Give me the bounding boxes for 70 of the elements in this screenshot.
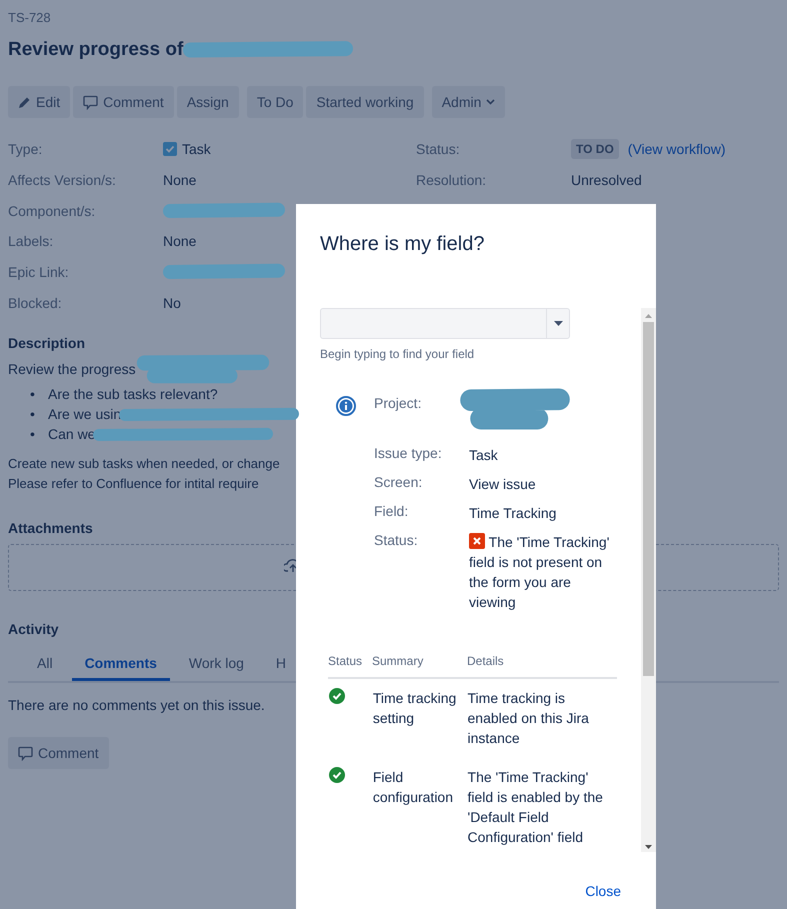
bullet-mark: • xyxy=(30,425,36,444)
activity-tab[interactable]: H xyxy=(262,647,300,682)
toolbar-button[interactable]: Comment xyxy=(73,86,174,118)
table-cell-text: Time tracking setting xyxy=(372,689,458,728)
comment-button[interactable]: Comment xyxy=(8,737,109,770)
list-item-text: Are we usin xyxy=(48,406,122,422)
field-label: Blocked: xyxy=(8,294,63,311)
info-icon xyxy=(336,396,356,416)
field-label: Component/s: xyxy=(8,202,96,219)
info-label: Field: xyxy=(374,503,410,521)
activity-tab[interactable]: Work log xyxy=(176,647,257,682)
column-header: Details xyxy=(467,654,504,668)
scrollbar[interactable] xyxy=(641,308,656,852)
field-label: Labels: xyxy=(8,233,54,250)
status-message: The 'Time Tracking' field is not present on the form you are viewing xyxy=(469,532,610,612)
activity-tab[interactable]: Comments xyxy=(72,647,170,682)
empty-comments-message: There are no comments yet on this issue. xyxy=(8,697,265,714)
description-text: Please refer to Confluence for intital require xyxy=(8,475,259,494)
toolbar-button[interactable]: Edit xyxy=(8,86,70,118)
bullet-mark: • xyxy=(30,385,36,404)
table-cell-text: The 'Time Tracking' field is enabled by the 'Default Field Configuration' field xyxy=(468,768,604,847)
error-x-icon xyxy=(469,533,485,549)
info-label: Status: xyxy=(374,532,419,550)
table-cell-text: Field configuration xyxy=(372,768,454,807)
field-label: Resolution: xyxy=(416,172,488,188)
field-value: None xyxy=(163,172,196,188)
field-value: Unresolved xyxy=(571,172,642,188)
view-workflow-link[interactable]: (View workflow) xyxy=(628,141,726,158)
pencil-icon xyxy=(18,96,31,108)
section-heading: Description xyxy=(8,334,86,354)
description-text: Review the progress xyxy=(8,360,136,380)
section-heading: Attachments xyxy=(8,520,93,536)
scroll-up-icon[interactable] xyxy=(645,314,652,318)
info-label: Issue type: xyxy=(374,445,443,463)
info-label: Screen: xyxy=(374,474,424,492)
speech-bubble-icon xyxy=(18,746,33,761)
info-value: View issue xyxy=(469,475,537,494)
field-value: None xyxy=(163,233,196,250)
column-header: Summary xyxy=(372,654,424,668)
section-heading: Activity xyxy=(8,621,59,638)
toolbar-button[interactable]: Started working xyxy=(306,86,424,118)
list-item-text: Are the sub tasks relevant? xyxy=(48,386,218,402)
field-label: Epic Link: xyxy=(8,264,70,280)
info-value: Time Tracking xyxy=(469,504,558,523)
bullet-mark: • xyxy=(30,405,36,424)
table-cell-text: Time tracking is enabled on this Jira instance xyxy=(468,689,590,748)
field-label: Affects Version/s: xyxy=(8,172,117,188)
field-value: No xyxy=(163,294,181,311)
toolbar-button[interactable]: Admin xyxy=(432,86,506,118)
field-value: Task xyxy=(182,141,211,158)
issue-title: Review progress of xyxy=(8,39,184,61)
caret-icon xyxy=(554,321,562,326)
field-label: Status: xyxy=(416,141,461,158)
column-header: Status xyxy=(328,654,364,668)
info-value: Task xyxy=(469,446,499,465)
toolbar-button[interactable]: Assign xyxy=(176,86,239,118)
field-search-select[interactable] xyxy=(320,308,570,339)
field-hint: Begin typing to find your field xyxy=(320,347,476,361)
close-button[interactable]: Close xyxy=(585,883,621,899)
dialog-title: Where is my field? xyxy=(319,232,486,257)
status-lozenge: TO DO xyxy=(571,139,619,160)
field-label: Type: xyxy=(8,141,44,158)
toolbar-button[interactable]: To Do xyxy=(246,86,304,118)
issue-key: TS-728 xyxy=(8,8,779,28)
info-label: Project: xyxy=(374,395,422,413)
speech-bubble-icon xyxy=(83,94,98,110)
description-text: Create new sub tasks when needed, or change xyxy=(8,455,280,474)
activity-tab[interactable]: All xyxy=(24,647,66,682)
scroll-down-icon[interactable] xyxy=(645,845,652,849)
chevron-down-icon xyxy=(486,99,496,105)
